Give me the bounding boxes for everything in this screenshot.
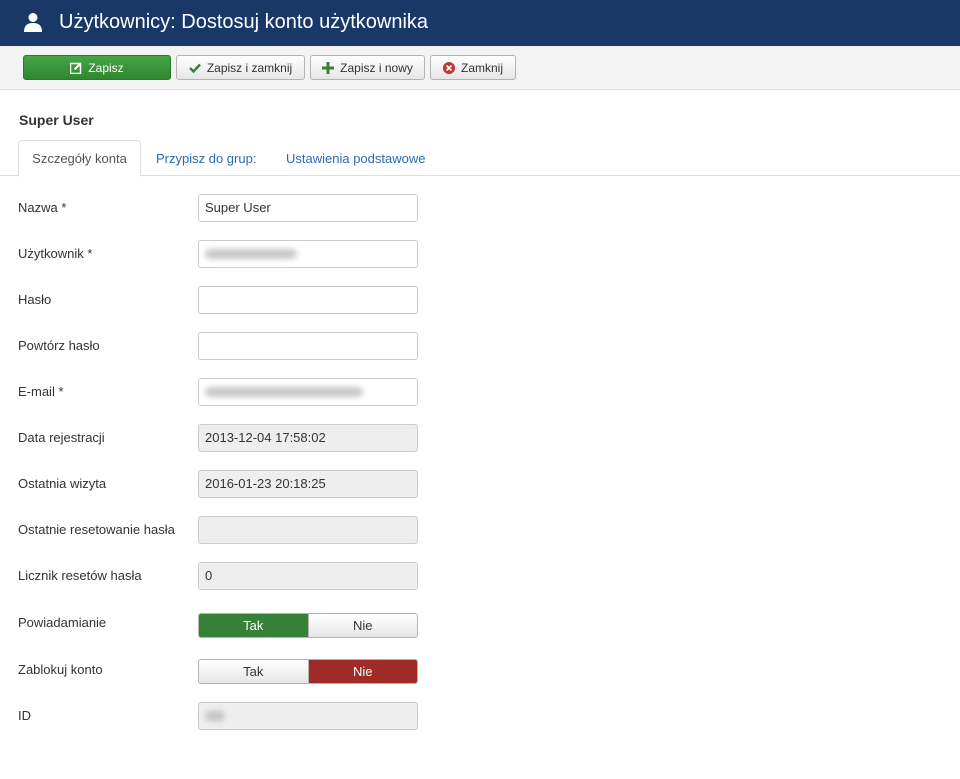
- register-date-field: 2013-12-04 17:58:02: [198, 424, 418, 452]
- tab-basic-settings[interactable]: Ustawienia podstawowe: [274, 140, 437, 176]
- row-username: Użytkownik *: [0, 240, 960, 270]
- close-button-label: Zamknij: [460, 60, 503, 75]
- id-label: ID: [18, 708, 31, 723]
- user-heading: Super User: [19, 112, 94, 128]
- password-repeat-field[interactable]: [198, 332, 418, 360]
- username-field[interactable]: [198, 240, 418, 268]
- email-field[interactable]: [198, 378, 418, 406]
- block-toggle: Tak Nie: [198, 659, 418, 684]
- save-close-button[interactable]: Zapisz i zamknij: [176, 55, 305, 80]
- cancel-icon: [442, 61, 455, 74]
- page-title: Użytkownicy: Dostosuj konto użytkownika: [59, 11, 429, 33]
- user-icon: [24, 13, 42, 32]
- block-label: Zablokuj konto: [18, 662, 103, 677]
- name-field[interactable]: Super User: [198, 194, 418, 222]
- redacted-text: [205, 711, 225, 721]
- last-visit-label: Ostatnia wizyta: [18, 476, 107, 491]
- row-block: Zablokuj konto Tak Nie: [0, 659, 960, 689]
- row-reset-count: Licznik resetów hasła 0: [0, 562, 960, 592]
- row-name: Nazwa * Super User: [0, 194, 960, 224]
- row-last-visit: Ostatnia wizyta 2016-01-23 20:18:25: [0, 470, 960, 500]
- register-date-label: Data rejestracji: [18, 430, 105, 445]
- send-email-label: Powiadamianie: [18, 615, 107, 630]
- block-no-option[interactable]: Nie: [307, 660, 417, 683]
- tab-bar: Szczegóły konta Przypisz do grup: Ustawi…: [0, 140, 960, 177]
- row-email: E-mail *: [0, 378, 960, 408]
- reset-count-field: 0: [198, 562, 418, 590]
- password-field[interactable]: [198, 286, 418, 314]
- save-close-button-label: Zapisz i zamknij: [206, 60, 293, 75]
- last-reset-field: [198, 516, 418, 544]
- send-email-no-option[interactable]: Nie: [307, 614, 417, 637]
- name-label: Nazwa *: [18, 200, 67, 215]
- plus-icon: [322, 61, 335, 74]
- send-email-toggle: Tak Nie: [198, 613, 418, 638]
- password-label: Hasło: [18, 292, 52, 307]
- reset-count-label: Licznik resetów hasła: [18, 568, 142, 583]
- toolbar: Zapisz Zapisz i zamknij Zapisz i nowy Za…: [0, 46, 960, 90]
- page-header: Użytkownicy: Dostosuj konto użytkownika: [0, 0, 960, 46]
- email-label: E-mail *: [18, 384, 64, 399]
- id-field: [198, 702, 418, 730]
- last-reset-label: Ostatnie resetowanie hasła: [18, 522, 175, 537]
- save-new-button-label: Zapisz i nowy: [340, 60, 413, 75]
- redacted-text: [205, 387, 363, 397]
- save-new-button[interactable]: Zapisz i nowy: [310, 55, 425, 80]
- save-button[interactable]: Zapisz: [23, 55, 171, 80]
- row-id: ID: [0, 702, 960, 732]
- save-button-label: Zapisz: [88, 60, 124, 75]
- row-password: Hasło: [0, 286, 960, 316]
- row-last-reset: Ostatnie resetowanie hasła: [0, 516, 960, 546]
- last-visit-field: 2016-01-23 20:18:25: [198, 470, 418, 498]
- tab-account-details[interactable]: Szczegóły konta: [18, 140, 141, 177]
- row-password-repeat: Powtórz hasło: [0, 332, 960, 362]
- username-label: Użytkownik *: [18, 246, 93, 261]
- checkmark-icon: [188, 63, 201, 73]
- tab-assigned-groups[interactable]: Przypisz do grup:: [144, 140, 268, 176]
- password-repeat-label: Powtórz hasło: [18, 338, 100, 353]
- send-email-yes-option[interactable]: Tak: [199, 614, 308, 637]
- row-register-date: Data rejestracji 2013-12-04 17:58:02: [0, 424, 960, 454]
- redacted-text: [205, 249, 297, 259]
- row-send-email: Powiadamianie Tak Nie: [0, 613, 960, 643]
- edit-icon: [70, 62, 82, 74]
- close-button[interactable]: Zamknij: [430, 55, 516, 80]
- block-yes-option[interactable]: Tak: [199, 660, 308, 683]
